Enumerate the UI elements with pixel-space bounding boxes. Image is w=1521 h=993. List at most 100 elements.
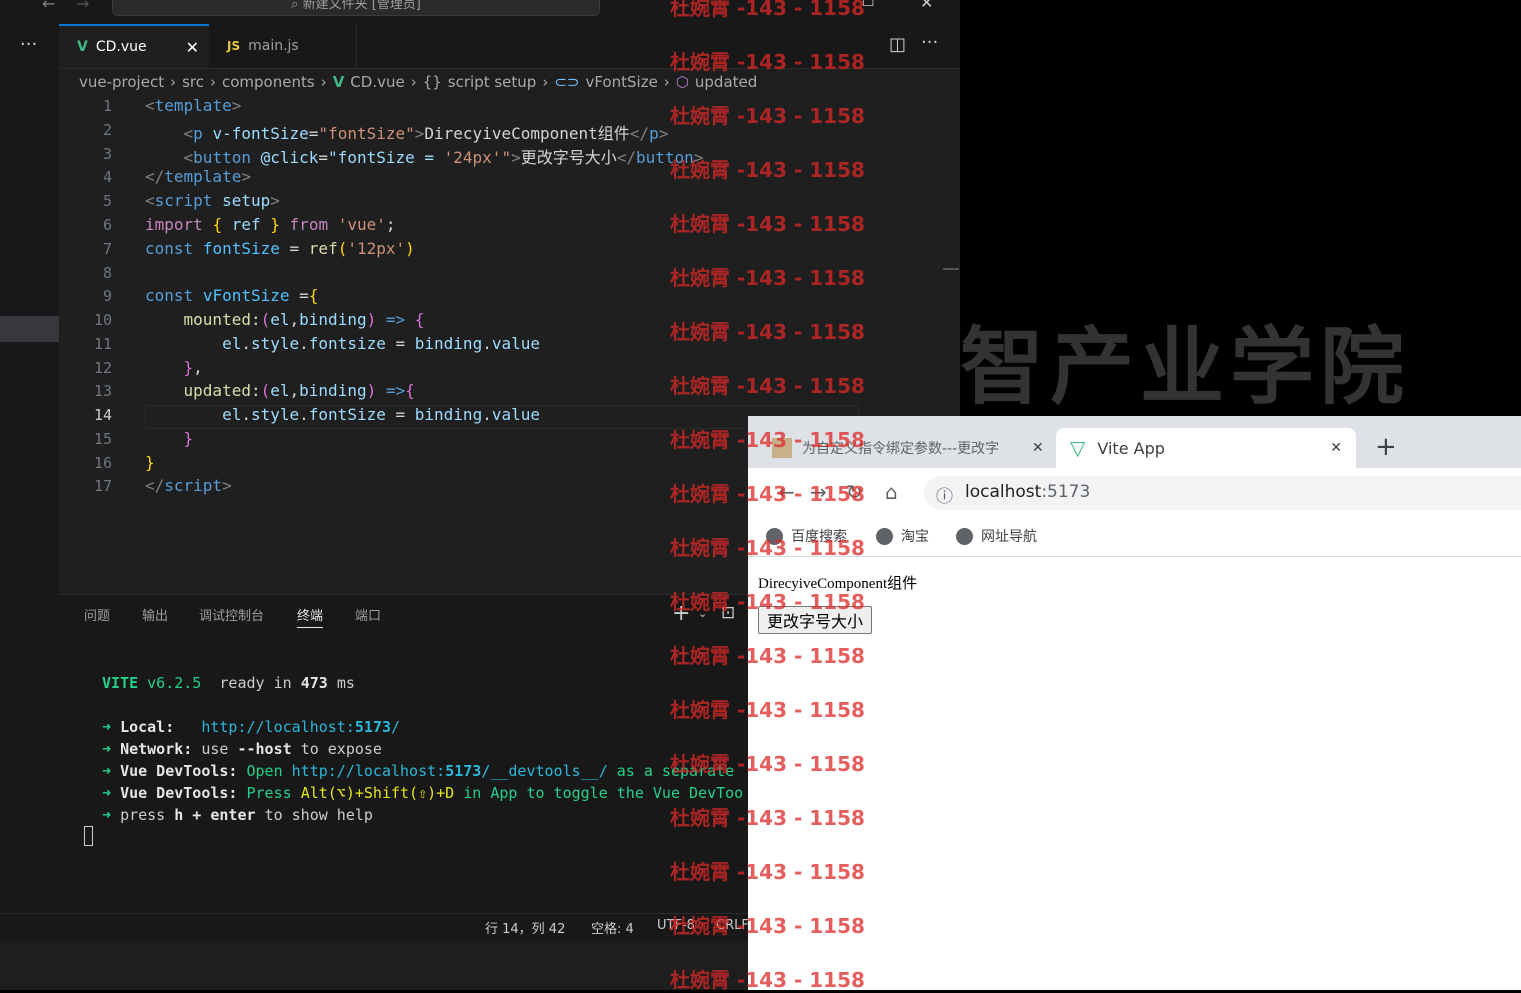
code-line: const vFontSize ={ [145,286,319,305]
close-tab-icon[interactable]: ✕ [186,38,199,57]
panel-tab-terminal[interactable]: 终端 [297,605,324,628]
sidebar-selected-row [0,316,59,342]
code-line: </template> [145,167,251,186]
code-line: <script setup> [145,191,280,210]
tab-label: main.js [248,38,299,54]
background-text: 智产业学院 [960,318,1411,416]
line-number: 2 [102,121,112,139]
globe-icon [956,527,973,545]
terminal-line: ➜ Vue DevTools: Press Alt(⌥)+Shift(⇧)+D … [102,784,744,802]
code-line: </script> [145,476,232,495]
breadcrumb-item[interactable]: updated [695,73,757,91]
panel-tab-ports[interactable]: 端口 [355,605,381,624]
tab-title: Vite App [1097,438,1165,458]
code-line: <button @click="fontSize = '24px'">更改字号大… [183,148,704,167]
breadcrumb-item[interactable]: components [222,73,315,91]
breadcrumb-item[interactable]: script setup [448,73,537,91]
method-icon: ⬡ [675,73,689,91]
watermark-text: 杜婉霄 -143 - 1158 [670,968,865,992]
search-icon: ⌕ [291,0,299,12]
js-file-icon: JS [227,39,241,53]
code-line: }, [183,358,203,377]
watermark-text: 杜婉霄 -143 - 1158 [670,266,865,290]
breadcrumb-item[interactable]: src [182,73,204,91]
code-line: } [183,429,194,448]
home-icon[interactable]: ⌂ [885,480,898,504]
forward-arrow-icon[interactable]: → [76,0,89,13]
line-number: 4 [102,168,112,186]
panel-tab-problems[interactable]: 问题 [84,605,110,624]
minimap[interactable] [865,96,929,136]
vue-file-icon: V [332,73,345,91]
watermark-text: 杜婉霄 -143 - 1158 [670,50,865,74]
panel-tab-output[interactable]: 输出 [142,605,168,624]
watermark-text: 杜婉霄 -143 - 1158 [670,752,865,776]
line-number: 12 [93,359,112,377]
breadcrumb-item[interactable]: CD.vue [350,73,404,91]
info-icon[interactable]: ⓘ [936,482,953,507]
code-line: el.style.fontsize = binding.value [222,334,541,353]
line-number: 17 [93,477,112,495]
editor-more-icon[interactable]: ··· [921,32,938,53]
watermark-text: 杜婉霄 -143 - 1158 [670,428,865,452]
close-tab-icon[interactable]: ✕ [1032,440,1044,456]
breadcrumb-item[interactable]: vFontSize [585,73,657,91]
new-tab-icon[interactable]: + [1375,432,1397,462]
watermark-text: 杜婉霄 -143 - 1158 [670,482,865,506]
code-line: <template> [145,96,242,115]
braces-icon: {} [422,73,442,91]
tab-cd-vue[interactable]: V CD.vue ✕ [59,24,209,68]
terminal-line: VITE v6.2.5 ready in 473 ms [102,674,355,692]
bookmark-item[interactable]: 网址导航 [956,526,1037,546]
code-line: <p v-fontSize="fontSize">DirecyiveCompon… [183,124,669,143]
url-text: localhost:5173 [965,482,1091,502]
more-actions-icon[interactable]: ··· [20,34,37,55]
split-editor-icon[interactable]: ◫ [889,34,906,55]
close-tab-icon[interactable]: ✕ [1330,440,1342,456]
bookmark-item[interactable]: 淘宝 [876,526,929,546]
line-number: 8 [102,264,112,282]
line-number: 5 [102,192,112,210]
watermark-text: 杜婉霄 -143 - 1158 [670,536,865,560]
code-line: mounted:(el,binding) => { [183,310,425,329]
line-number: 7 [102,240,112,258]
back-arrow-icon[interactable]: ← [42,0,55,13]
watermark-text: 杜婉霄 -143 - 1158 [670,320,865,344]
breadcrumb-item[interactable]: vue-project [79,73,164,91]
watermark-text: 杜婉霄 -143 - 1158 [670,914,865,938]
watermark-text: 杜婉霄 -143 - 1158 [670,158,865,182]
code-line: import { ref } from 'vue'; [145,215,396,234]
terminal-line: ➜ Vue DevTools: Open http://localhost:51… [102,762,735,780]
tab-label: CD.vue [95,39,147,55]
tab-main-js[interactable]: JS main.js [209,24,357,68]
line-number: 6 [102,216,112,234]
terminal-line: ➜ Local: http://localhost:5173/ [102,718,401,736]
close-window-icon[interactable]: ✕ [920,0,933,12]
line-number: 13 [93,382,112,400]
vue-file-icon: V [77,39,88,55]
command-center-label: 新建文件夹 [管理员] [302,0,421,12]
watermark-text: 杜婉霄 -143 - 1158 [670,698,865,722]
watermark-text: 杜婉霄 -143 - 1158 [670,860,865,884]
code-line: updated:(el,binding) =>{ [183,381,415,400]
panel-tab-debug-console[interactable]: 调试控制台 [199,605,264,624]
watermark-text: 杜婉霄 -143 - 1158 [670,374,865,398]
terminal-cursor [84,826,93,846]
line-number: 11 [93,335,112,353]
cursor-position[interactable]: 行 14，列 42 [485,918,565,937]
command-center-search[interactable]: ⌕ 新建文件夹 [管理员] [112,0,600,16]
terminal-line: ➜ Network: use --host to expose [102,740,382,758]
line-number: 3 [102,145,112,163]
indentation[interactable]: 空格: 4 [591,918,634,937]
code-line: el.style.fontSize = binding.value [222,405,541,424]
watermark-text: 杜婉霄 -143 - 1158 [670,806,865,830]
code-line: const fontSize = ref('12px') [145,239,415,258]
browser-tab-active[interactable]: ▽ Vite App ✕ [1056,428,1356,468]
scrollbar-thumb[interactable] [943,268,959,270]
variable-icon: ⊂⊃ [554,73,580,91]
activity-bar: ··· [0,24,59,914]
watermark-text: 杜婉霄 -143 - 1158 [670,644,865,668]
address-bar[interactable]: ⓘ localhost:5173 [924,476,1521,510]
code-line: } [145,453,155,472]
watermark-text: 杜婉霄 -143 - 1158 [670,212,865,236]
